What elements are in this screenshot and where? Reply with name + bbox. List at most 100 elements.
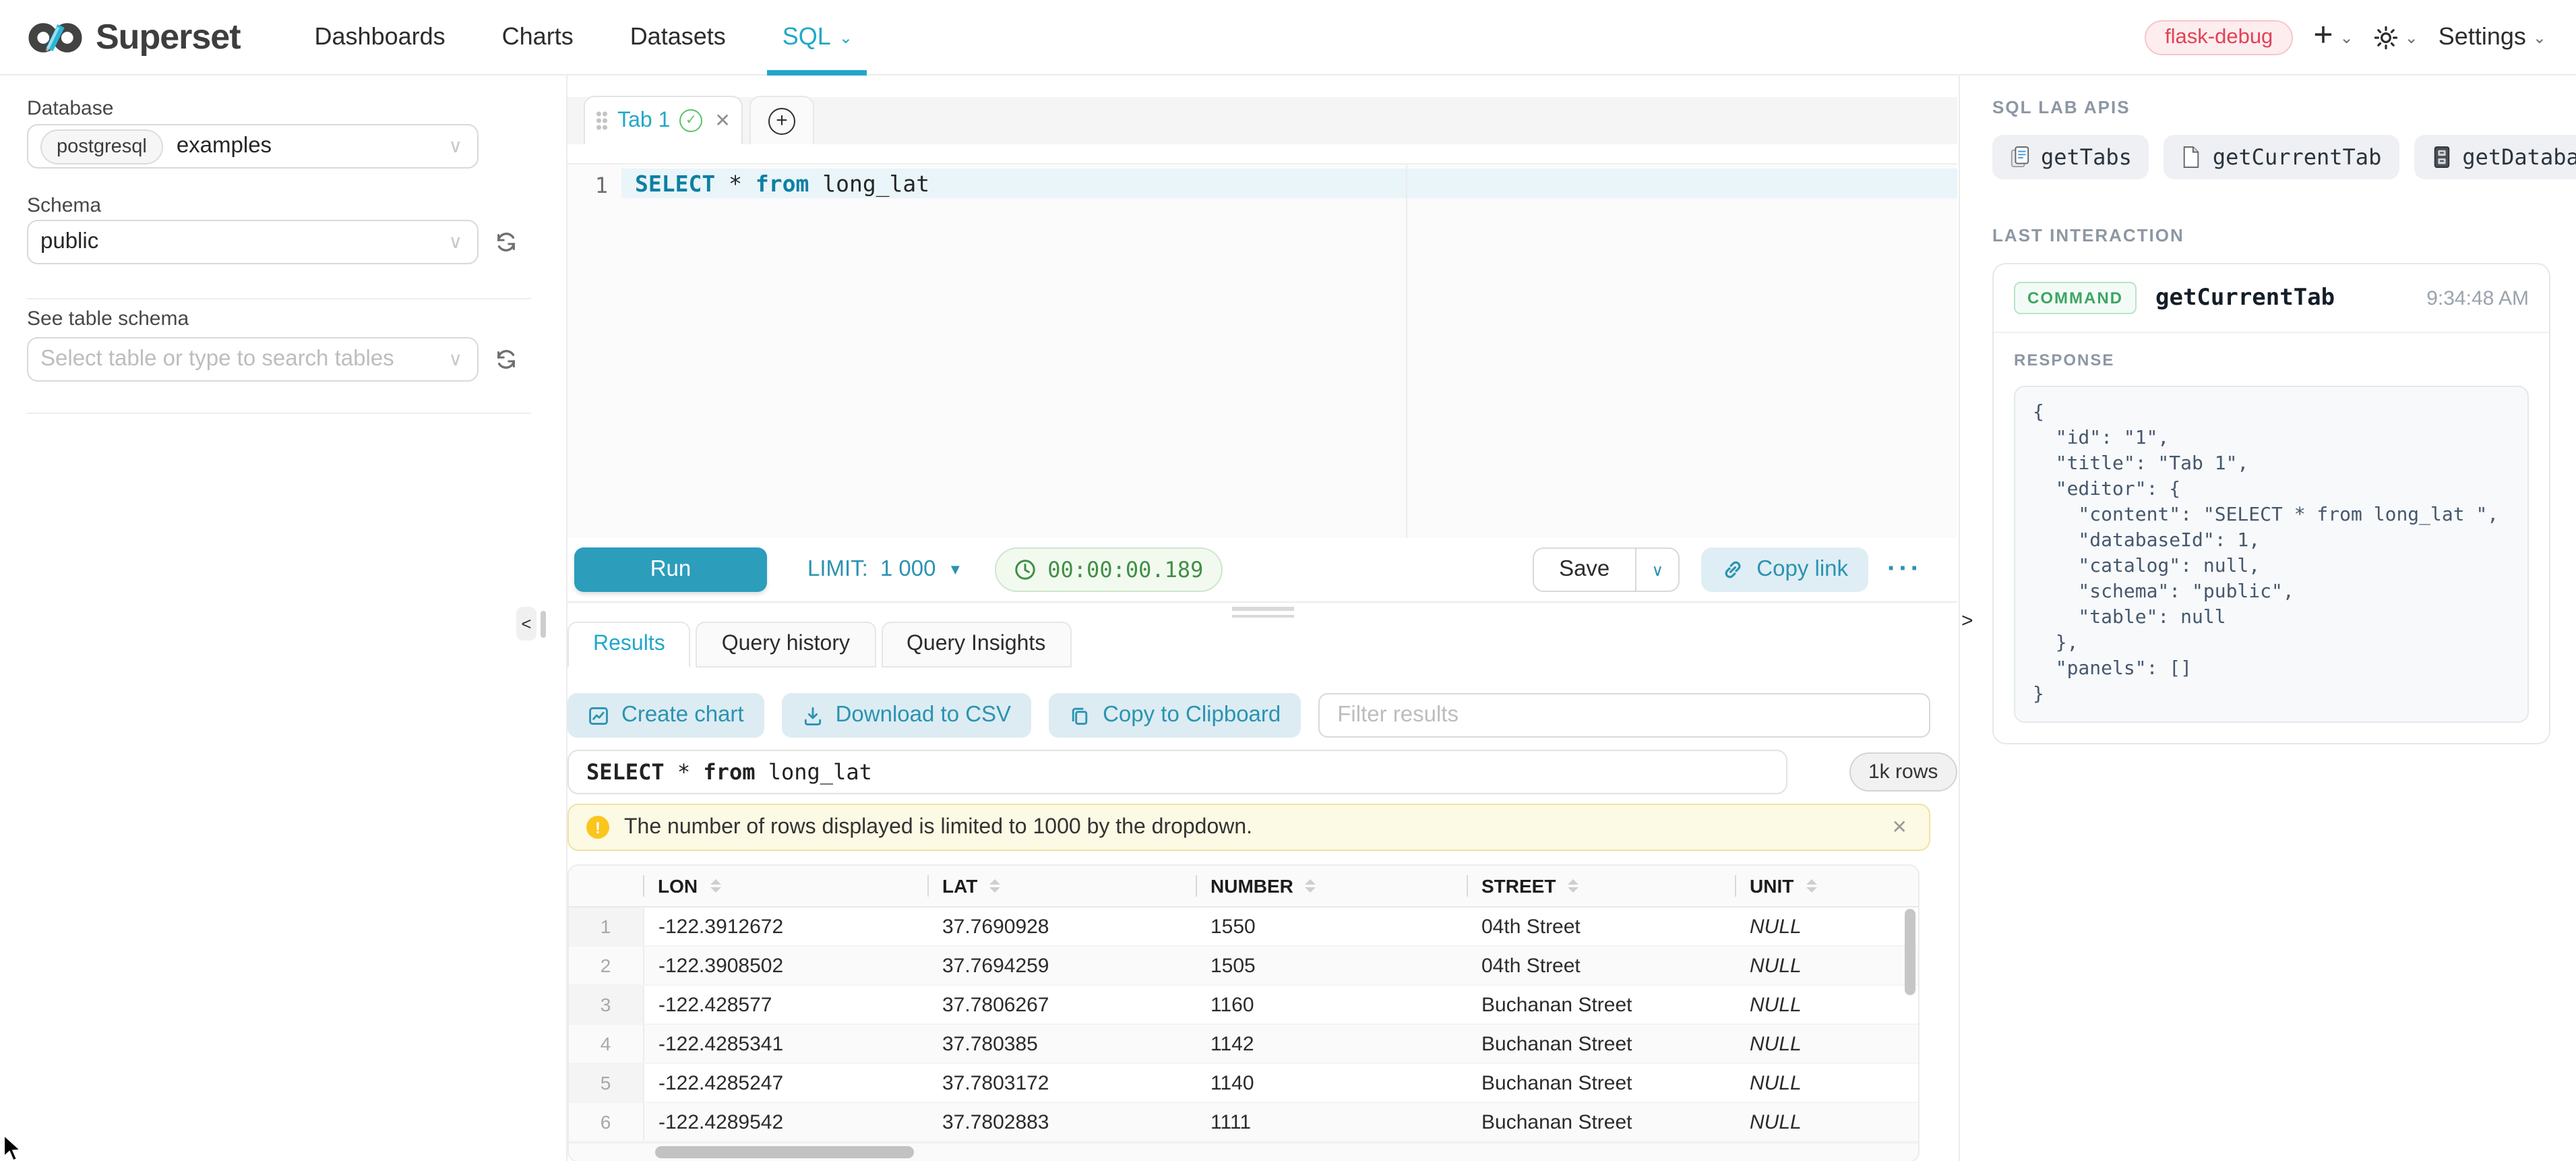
- get-tabs-button[interactable]: getTabs: [1992, 135, 2149, 179]
- query-timer: 00:00:00.189: [995, 547, 1222, 592]
- copy-link-label: Copy link: [1756, 557, 1848, 583]
- add-tab-button[interactable]: +: [749, 96, 814, 144]
- sql-editor[interactable]: 1 SELECT * from long_lat: [568, 163, 1957, 541]
- rows-limit-warning: ! The number of rows displayed is limite…: [568, 804, 1930, 851]
- table-cell: NULL: [1735, 1102, 1918, 1141]
- table-cell: 37.7690928: [927, 907, 1196, 946]
- warning-text: The number of rows displayed is limited …: [624, 815, 1888, 839]
- sort-icon[interactable]: [1306, 879, 1316, 893]
- download-csv-button[interactable]: Download to CSV: [782, 693, 1032, 738]
- run-button[interactable]: Run: [574, 547, 767, 592]
- schema-select[interactable]: public ∨: [27, 220, 479, 264]
- table-cell: 04th Street: [1467, 946, 1735, 985]
- chevron-down-icon: ⌄: [839, 29, 853, 45]
- sort-icon[interactable]: [710, 879, 720, 893]
- editor-tab[interactable]: Tab 1 ✓ ✕: [584, 96, 743, 144]
- close-tab-icon[interactable]: ✕: [714, 109, 730, 132]
- tab-query-history[interactable]: Query history: [696, 622, 876, 667]
- refresh-schemas-button[interactable]: [491, 227, 520, 257]
- nav-item-charts[interactable]: Charts: [474, 0, 602, 74]
- table-cell: NULL: [1735, 907, 1918, 946]
- last-interaction-card: COMMAND getCurrentTab 9:34:48 AM RESPONS…: [1992, 263, 2550, 744]
- sidebar-resize-bar[interactable]: [541, 611, 546, 638]
- mouse-cursor: [3, 1134, 23, 1161]
- table-cell: 1505: [1196, 946, 1467, 985]
- table-cell: -122.3908502: [643, 946, 927, 985]
- chevron-down-icon: ⌄: [2405, 29, 2418, 45]
- query-preview: SELECT * from long_lat: [568, 750, 1787, 794]
- limit-dropdown[interactable]: LIMIT: 1 000 ▼: [807, 557, 962, 583]
- settings-menu[interactable]: Settings ⌄: [2439, 23, 2546, 51]
- table-row[interactable]: 6-122.428954237.78028831111Buchanan Stre…: [569, 1102, 1918, 1141]
- copy-icon: [1069, 705, 1091, 726]
- close-icon[interactable]: ✕: [1888, 816, 1911, 839]
- table-cell: -122.3912672: [643, 907, 927, 946]
- save-split-button: Save ∨: [1532, 547, 1680, 592]
- more-actions-button[interactable]: ···: [1887, 554, 1922, 585]
- vertical-scrollbar[interactable]: [1905, 909, 1915, 995]
- nav-item-datasets[interactable]: Datasets: [602, 0, 754, 74]
- table-row[interactable]: 1-122.391267237.7690928155004th StreetNU…: [569, 907, 1918, 946]
- pages-icon: [2010, 146, 2030, 169]
- interaction-card-header: COMMAND getCurrentTab 9:34:48 AM: [1994, 264, 2549, 332]
- filter-results-input[interactable]: [1318, 693, 1930, 738]
- active-tab-indicator: [768, 70, 867, 76]
- tab-results[interactable]: Results: [568, 622, 691, 667]
- chevron-down-icon: ∨: [449, 231, 463, 254]
- get-current-tab-button[interactable]: getCurrentTab: [2164, 135, 2399, 179]
- table-row[interactable]: 3-122.42857737.78062671160Buchanan Stree…: [569, 985, 1918, 1024]
- sort-icon[interactable]: [1568, 879, 1578, 893]
- table-select-row: Select table or type to search tables ∨: [27, 337, 520, 382]
- row-number-header: [569, 866, 643, 907]
- copy-clipboard-button[interactable]: Copy to Clipboard: [1049, 693, 1301, 738]
- theme-menu[interactable]: ⌄: [2374, 25, 2418, 49]
- nav-item-sql[interactable]: SQL ⌄: [754, 0, 881, 74]
- tab-query-insights[interactable]: Query Insights: [881, 622, 1071, 667]
- plus-icon: +: [2313, 18, 2333, 52]
- horizontal-scrollbar[interactable]: [655, 1146, 914, 1158]
- horizontal-scrollbar-track[interactable]: [569, 1142, 1918, 1161]
- table-row[interactable]: 5-122.428524737.78031721140Buchanan Stre…: [569, 1063, 1918, 1102]
- column-header-street[interactable]: STREET: [1467, 866, 1735, 907]
- sql-lab-page: Superset Dashboards Charts Datasets SQL …: [0, 0, 2576, 1161]
- create-chart-button[interactable]: Create chart: [568, 693, 764, 738]
- sort-icon[interactable]: [989, 879, 1000, 893]
- save-button[interactable]: Save: [1533, 549, 1635, 591]
- table-header-row: LON LAT NUMBER STREET UNIT: [569, 866, 1918, 907]
- results-actions: Create chart Download to CSV Copy to Cli…: [568, 693, 1930, 738]
- copy-link-button[interactable]: Copy link: [1701, 547, 1868, 592]
- collapse-sidebar-handle[interactable]: <: [516, 607, 536, 641]
- panel-resize-handle[interactable]: [568, 603, 1957, 622]
- chevron-down-icon: ∨: [449, 348, 463, 371]
- column-header-lon[interactable]: LON: [643, 866, 927, 907]
- column-header-unit[interactable]: UNIT: [1735, 866, 1918, 907]
- sun-icon: [2374, 25, 2398, 49]
- drag-handle-dots-icon: [596, 111, 608, 131]
- refresh-tables-button[interactable]: [491, 345, 520, 374]
- superset-logo[interactable]: Superset: [27, 16, 241, 58]
- navbar-right: flask-debug + ⌄ ⌄ Settings ⌄: [2145, 20, 2546, 55]
- table-select[interactable]: Select table or type to search tables ∨: [27, 337, 479, 382]
- database-select[interactable]: postgresql examples ∨: [27, 124, 479, 169]
- collapse-right-panel-handle[interactable]: >: [1961, 609, 1973, 632]
- get-databases-button[interactable]: getDatabases: [2414, 135, 2576, 179]
- editor-tab-title: Tab 1: [617, 109, 670, 133]
- new-menu[interactable]: + ⌄: [2313, 22, 2353, 52]
- file-cabinet-icon: [2431, 146, 2451, 169]
- sort-icon[interactable]: [1806, 879, 1816, 893]
- column-header-lat[interactable]: LAT: [927, 866, 1196, 907]
- query-preview-row: SELECT * from long_lat 1k rows: [568, 750, 1957, 794]
- chevron-down-icon: ∨: [449, 135, 463, 158]
- table-row[interactable]: 2-122.390850237.7694259150504th StreetNU…: [569, 946, 1918, 985]
- column-header-number[interactable]: NUMBER: [1196, 866, 1467, 907]
- environment-badge: flask-debug: [2145, 20, 2293, 55]
- command-timestamp: 9:34:48 AM: [2426, 287, 2529, 309]
- nav-item-dashboards[interactable]: Dashboards: [286, 0, 474, 74]
- table-row[interactable]: 4-122.428534137.7803851142Buchanan Stree…: [569, 1024, 1918, 1063]
- save-dropdown-button[interactable]: ∨: [1635, 549, 1678, 591]
- sql-lab-apis-panel: SQL LAB APIS getTabs: [1959, 76, 2576, 1161]
- table-cell: 37.7803172: [927, 1063, 1196, 1102]
- table-cell: 37.7694259: [927, 946, 1196, 985]
- line-number: 1: [568, 173, 608, 198]
- sqllab-left-sidebar: Database postgresql examples ∨ Schema pu…: [0, 76, 568, 1161]
